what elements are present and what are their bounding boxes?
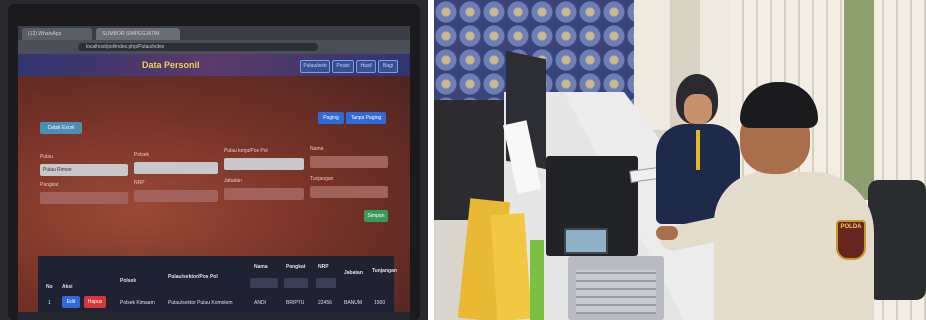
col-header-aksi: Aksi	[62, 284, 73, 290]
personil-table: No Aksi Polsek Pulau/sektor/Pos Pol Nama…	[38, 256, 397, 320]
browser-tab-bar: (13) WhatsApp SLIMBOR SIMPEGJATIM	[18, 26, 410, 40]
laptop-keyboard	[576, 270, 656, 314]
pulau-pol-label: Pulau kerja/Pos Pol	[224, 148, 268, 154]
tanpa-paging-button[interactable]: Tanpa Paging	[346, 112, 386, 124]
browser-tab-app[interactable]: SLIMBOR SIMPEGJATIM	[96, 28, 180, 40]
tunjangan-label: Tunjangan	[310, 176, 334, 182]
right-photo-office-scene: POLDA	[434, 0, 926, 320]
nama-label: Nama	[310, 146, 324, 152]
pulau-label: Pulau	[40, 154, 53, 160]
cell-no: 1	[48, 300, 51, 306]
cell-nama: ANDI	[254, 300, 266, 306]
patch-text: POLDA	[840, 224, 862, 230]
app-content: Cetak Excel Paging Tanpa Paging Pulau Pu…	[18, 76, 410, 320]
app-header: Data Personil Pulau/web Posisi Hasil Bag…	[18, 54, 410, 76]
pangkat-filter-box[interactable]	[284, 278, 308, 288]
pangkat-input[interactable]	[40, 192, 128, 204]
pangkat-label: Pangkat	[40, 182, 59, 188]
cetak-excel-button[interactable]: Cetak Excel	[40, 122, 82, 134]
cell-polsek: Polsek Kimaam	[120, 300, 155, 306]
yellow-folder	[490, 212, 532, 320]
jabatan-label: Jabatan	[224, 178, 242, 184]
col-header-pangkat: Pangkat	[286, 264, 306, 270]
url-field[interactable]: localhost/pol/index.php/Pulau/index	[78, 43, 318, 51]
nrp-filter-box[interactable]	[316, 278, 336, 288]
nav-button-4[interactable]: Bagi	[378, 60, 398, 73]
polsek-label: Polsek	[134, 152, 150, 158]
face	[684, 94, 712, 124]
polsek-select[interactable]	[134, 162, 218, 174]
edit-button[interactable]: Edit	[62, 296, 80, 308]
nav-button-1[interactable]: Pulau/web	[300, 60, 330, 73]
nav-button-2[interactable]: Posisi	[332, 60, 354, 73]
browser-address-bar: localhost/pol/index.php/Pulau/index	[18, 40, 410, 54]
hapus-button[interactable]: Hapus	[84, 296, 106, 308]
hair	[740, 82, 818, 128]
simpan-button[interactable]: Simpan	[364, 210, 388, 222]
cell-pangkat: BRIPTU	[286, 300, 305, 306]
os-taskbar	[18, 312, 410, 320]
cell-pulau: Pulau/sektor Pulau Komolom	[168, 300, 233, 306]
lanyard	[696, 130, 700, 170]
col-header-polsek: Polsek	[120, 278, 137, 284]
cell-nrp: 22456	[318, 300, 332, 306]
col-header-nama: Nama	[254, 264, 268, 270]
jabatan-input[interactable]	[224, 188, 304, 200]
col-header-nrp: NRP	[318, 264, 329, 270]
nama-filter-box[interactable]	[250, 278, 278, 288]
paging-button[interactable]: Paging	[318, 112, 344, 124]
col-header-jabatan: Jabatan	[344, 270, 363, 276]
browser-tab-whatsapp[interactable]: (13) WhatsApp	[22, 28, 92, 40]
nrp-label: NRP	[134, 180, 145, 186]
tunjangan-input[interactable]	[310, 186, 388, 198]
man-in-uniform: POLDA	[714, 82, 894, 320]
nrp-input[interactable]	[134, 190, 218, 202]
cell-jabatan: BANUM	[344, 300, 363, 306]
page-title: Data Personil	[142, 60, 200, 70]
pulau-select[interactable]: Pulau Rimoe	[40, 164, 128, 176]
printer-display	[564, 228, 608, 254]
nama-input[interactable]	[310, 156, 388, 168]
col-header-pulau: Pulau/sektor/Pos Pol	[168, 274, 218, 280]
col-header-tunjangan: Tunjangan	[372, 268, 397, 274]
nav-button-3[interactable]: Hasil	[356, 60, 376, 73]
pulau-pol-select[interactable]	[224, 158, 304, 170]
laptop-screen: (13) WhatsApp SLIMBOR SIMPEGJATIM localh…	[18, 26, 410, 320]
cell-tunjangan: 1500	[374, 300, 386, 306]
hand-on-mouse	[656, 226, 678, 240]
green-folder	[530, 240, 544, 320]
left-photo-laptop-screen: (13) WhatsApp SLIMBOR SIMPEGJATIM localh…	[0, 0, 428, 320]
col-header-no: No	[46, 284, 53, 290]
